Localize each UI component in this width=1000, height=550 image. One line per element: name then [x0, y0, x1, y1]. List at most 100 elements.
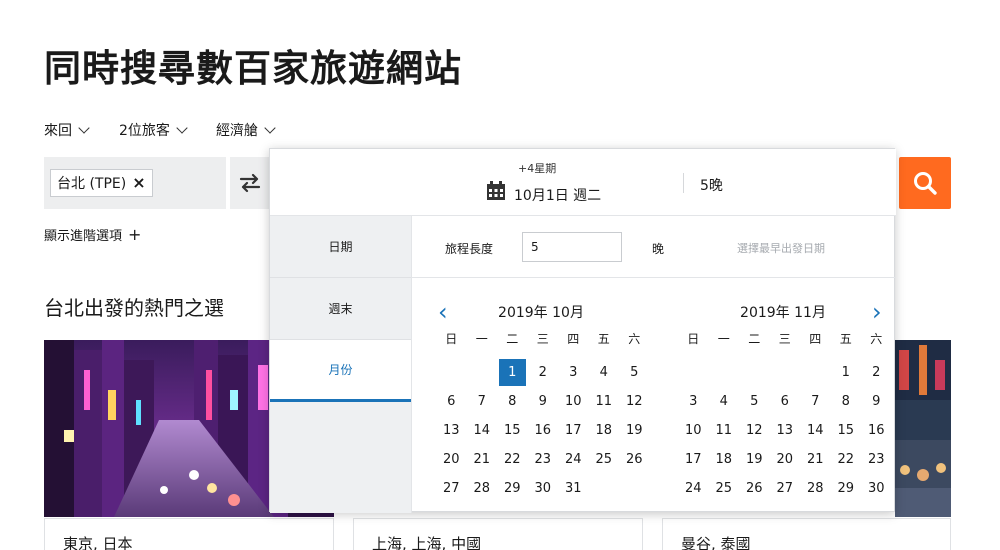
calendar-day[interactable]: 12 [619, 387, 650, 416]
calendar-day[interactable]: 7 [467, 387, 498, 416]
cabin-dropdown[interactable]: 經濟艙 [216, 120, 276, 140]
calendar-day[interactable]: 20 [436, 445, 467, 474]
calendar-day[interactable]: 23 [861, 445, 892, 474]
calendar-day[interactable]: 31 [558, 474, 589, 503]
calendar-day[interactable]: 19 [739, 445, 770, 474]
calendar-day[interactable]: 19 [619, 416, 650, 445]
calendar-day[interactable]: 9 [861, 387, 892, 416]
calendar-day[interactable]: 26 [619, 445, 650, 474]
date-mode-tabs: 日期 週末 月份 [270, 216, 412, 513]
departure-date-field[interactable]: +4星期 10月1日 週二 [486, 159, 666, 207]
calendar-day[interactable]: 16 [528, 416, 559, 445]
calendar-day[interactable]: 6 [436, 387, 467, 416]
calendar-day[interactable]: 18 [589, 416, 620, 445]
trip-length-input[interactable]: 5 [522, 232, 622, 262]
calendar-day[interactable]: 15 [831, 416, 862, 445]
departure-date-label: 10月1日 週二 [514, 188, 602, 204]
calendar-day[interactable]: 30 [528, 474, 559, 503]
tab-months[interactable]: 月份 [270, 340, 411, 402]
calendar-day[interactable]: 4 [709, 387, 740, 416]
calendar-day[interactable]: 30 [861, 474, 892, 503]
empty-day-cell [678, 358, 709, 387]
calendar-day[interactable]: 8 [497, 387, 528, 416]
calendar-day[interactable]: 18 [709, 445, 740, 474]
calendar-day[interactable]: 14 [800, 416, 831, 445]
month-title: 2019年 11月 [740, 305, 826, 321]
calendar-day[interactable]: 27 [770, 474, 801, 503]
travelers-dropdown[interactable]: 2位旅客 [119, 120, 188, 140]
calendar-day[interactable]: 7 [800, 387, 831, 416]
selected-day[interactable]: 1 [499, 359, 526, 386]
calendar-day[interactable]: 6 [770, 387, 801, 416]
calendar-day[interactable]: 25 [589, 445, 620, 474]
weekday-label: 四 [567, 332, 580, 346]
calendar-day[interactable]: 10 [558, 387, 589, 416]
nights-field[interactable]: 5晚 [700, 175, 723, 195]
weekday-header: 日一二三四五六 [678, 330, 888, 347]
card-caption[interactable]: 上海, 上海, 中國 [353, 518, 643, 550]
calendar-day[interactable]: 24 [678, 474, 709, 503]
calendar-day[interactable]: 20 [770, 445, 801, 474]
calendar-day[interactable]: 16 [861, 416, 892, 445]
calendar-day[interactable]: 28 [800, 474, 831, 503]
calendar-day[interactable]: 21 [467, 445, 498, 474]
calendar-day[interactable]: 5 [619, 358, 650, 387]
travelers-label: 2位旅客 [119, 123, 170, 139]
calendar-day[interactable]: 22 [831, 445, 862, 474]
date-picker-body: 旅程長度 5 晚 選擇最早出發日期 ‹ 2019年 10月 日一二三四五六 12… [412, 216, 896, 513]
card-caption[interactable]: 曼谷, 泰國 [662, 518, 951, 550]
calendar-day[interactable]: 29 [497, 474, 528, 503]
weekday-label: 一 [475, 332, 488, 346]
calendar-day[interactable]: 3 [558, 358, 589, 387]
calendar-day[interactable]: 4 [589, 358, 620, 387]
remove-origin-button[interactable]: × [132, 175, 145, 191]
trip-length-label: 旅程長度 [445, 242, 494, 256]
calendar-day[interactable]: 25 [709, 474, 740, 503]
trip-type-label: 來回 [44, 123, 72, 139]
tab-dates[interactable]: 日期 [270, 216, 411, 278]
calendar-day[interactable]: 27 [436, 474, 467, 503]
calendar-day[interactable]: 3 [678, 387, 709, 416]
calendar-day[interactable]: 17 [558, 416, 589, 445]
weekday-label: 日 [687, 332, 700, 346]
calendar-day[interactable]: 13 [770, 416, 801, 445]
calendar-day[interactable]: 11 [709, 416, 740, 445]
swap-button[interactable] [230, 157, 270, 209]
calendar-day[interactable]: 24 [558, 445, 589, 474]
advanced-options-label: 顯示進階選項 [44, 229, 123, 244]
calendar-day[interactable]: 22 [497, 445, 528, 474]
calendar-day[interactable]: 23 [528, 445, 559, 474]
calendar-day[interactable]: 2 [528, 358, 559, 387]
origin-field[interactable]: 台北 (TPE) × [44, 157, 226, 209]
weekday-label: 日 [445, 332, 458, 346]
card-image-bangkok[interactable] [895, 340, 951, 517]
month-title: 2019年 10月 [498, 305, 584, 321]
calendar-day[interactable]: 9 [528, 387, 559, 416]
calendar-day[interactable]: 26 [739, 474, 770, 503]
flex-range-label: +4星期 [518, 162, 557, 175]
calendar-day[interactable]: 2 [861, 358, 892, 387]
trip-type-dropdown[interactable]: 來回 [44, 120, 90, 140]
calendar-day[interactable]: 10 [678, 416, 709, 445]
weekday-label: 三 [778, 332, 791, 346]
calendar-day[interactable]: 29 [831, 474, 862, 503]
calendar-day[interactable]: 28 [467, 474, 498, 503]
calendar-day[interactable]: 8 [831, 387, 862, 416]
plus-icon: + [128, 225, 142, 244]
calendar-day[interactable]: 21 [800, 445, 831, 474]
calendar-day[interactable]: 1 [831, 358, 862, 387]
tab-weekends[interactable]: 週末 [270, 278, 411, 340]
card-caption[interactable]: 東京, 日本 [44, 518, 334, 550]
calendar-day[interactable]: 13 [436, 416, 467, 445]
calendar-day[interactable]: 15 [497, 416, 528, 445]
calendar-day[interactable]: 11 [589, 387, 620, 416]
calendar-day[interactable]: 14 [467, 416, 498, 445]
origin-chip[interactable]: 台北 (TPE) × [50, 169, 153, 197]
calendar-day[interactable]: 12 [739, 416, 770, 445]
empty-day-cell [770, 358, 801, 387]
date-picker-popup: +4星期 10月1日 週二 5晚 日期 週末 月份 旅程長度 5 晚 選擇最早出… [269, 148, 896, 513]
calendar-day[interactable]: 17 [678, 445, 709, 474]
advanced-options-toggle[interactable]: 顯示進階選項 + [44, 225, 141, 244]
search-button[interactable] [899, 157, 951, 209]
calendar-day[interactable]: 5 [739, 387, 770, 416]
